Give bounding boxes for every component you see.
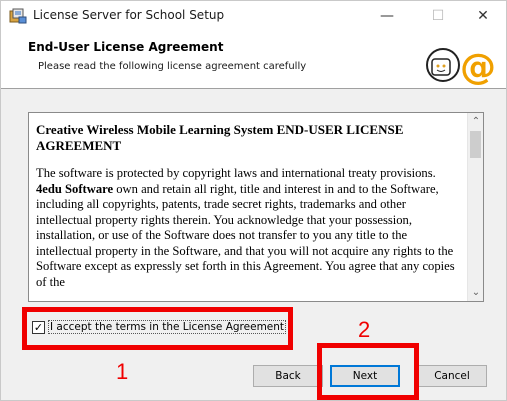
license-heading: Creative Wireless Mobile Learning System… [36,122,404,153]
setup-window: License Server for School Setup — ☐ ✕ En… [0,0,507,401]
license-body-part1: The software is protected by copyright l… [36,166,436,180]
window-title: License Server for School Setup [33,8,225,22]
license-text-area[interactable]: Creative Wireless Mobile Learning System… [28,112,484,302]
installer-app-icon [9,8,27,24]
scroll-thumb[interactable] [470,131,481,158]
close-button[interactable]: ✕ [460,1,506,31]
license-content: Creative Wireless Mobile Learning System… [36,122,464,290]
highlight-box-step-1 [22,307,293,350]
minimize-button[interactable]: — [364,1,410,31]
scroll-up-icon[interactable]: ⌃ [468,113,484,130]
highlight-box-step-2 [317,343,419,400]
page-subtitle: Please read the following license agreem… [38,61,307,72]
back-button[interactable]: Back [253,365,323,387]
cancel-button-label: Cancel [434,370,470,382]
step-number-1: 1 [116,359,129,384]
back-button-label: Back [275,370,301,382]
header-banner: End-User License Agreement Please read t… [1,31,506,89]
page-title: End-User License Agreement [28,40,224,54]
cancel-button[interactable]: Cancel [417,365,487,387]
license-scrollbar[interactable]: ⌃ ⌄ [467,113,483,301]
svg-text:@: @ [460,47,496,85]
title-bar: License Server for School Setup — ☐ ✕ [1,1,506,31]
cd-mouse-at-logo-icon: @ [426,47,496,85]
license-body-part2: own and retain all right, title and inte… [36,181,455,289]
license-company-name: 4edu Software [36,181,114,196]
license-body: The software is protected by copyright l… [36,166,464,290]
scroll-down-icon[interactable]: ⌄ [468,284,484,301]
maximize-button[interactable]: ☐ [415,1,461,31]
step-number-2: 2 [358,317,371,342]
